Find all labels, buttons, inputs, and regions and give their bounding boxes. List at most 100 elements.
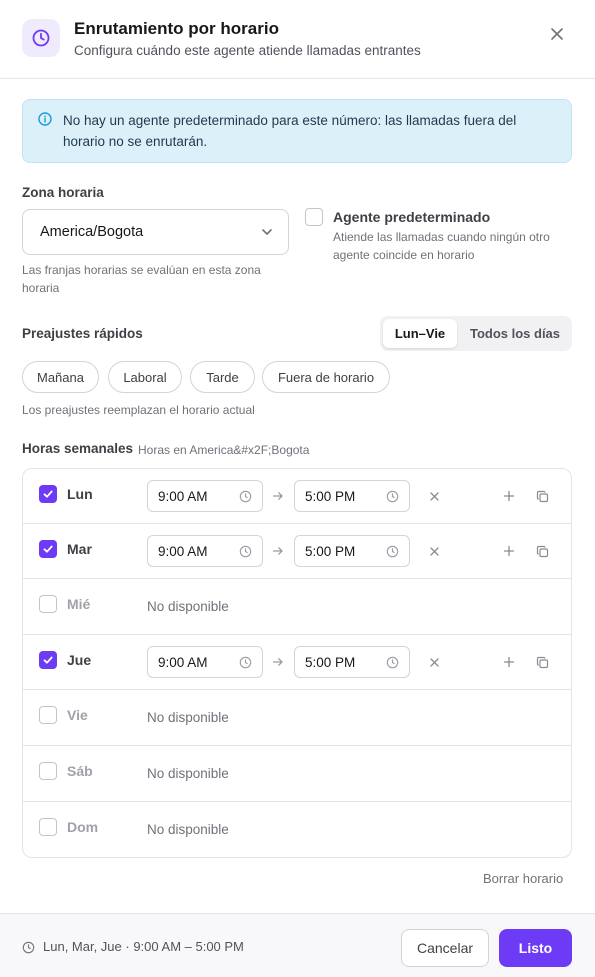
start-time-value: 9:00 AM — [158, 489, 208, 504]
arrow-right-icon — [272, 492, 283, 500]
close-icon — [551, 28, 563, 40]
end-time-input-tue[interactable]: 5:00 PM — [294, 535, 410, 567]
plus-icon — [503, 656, 515, 668]
remove-slot-button-tue[interactable] — [426, 543, 442, 559]
info-icon — [38, 112, 52, 126]
close-icon — [429, 657, 439, 667]
start-time-value: 9:00 AM — [158, 544, 208, 559]
remove-slot-button-mon[interactable] — [426, 488, 442, 504]
clock-icon — [239, 545, 252, 558]
close-icon — [429, 546, 439, 556]
day-checkbox-fri[interactable] — [39, 706, 57, 724]
unavailable-text-sun: No disponible — [147, 822, 229, 837]
copy-schedule-button-mon[interactable] — [534, 488, 550, 504]
start-time-input-thu[interactable]: 9:00 AM — [147, 646, 263, 678]
header-icon-badge — [22, 19, 60, 57]
day-row-wed: Mié No disponible — [23, 579, 571, 635]
end-time-input-thu[interactable]: 5:00 PM — [294, 646, 410, 678]
timezone-label: Zona horaria — [22, 185, 104, 200]
day-label-sun: Dom — [67, 819, 99, 835]
segment-every-day[interactable]: Todos los días — [462, 319, 568, 348]
preset-after-hours-button[interactable]: Fuera de horario — [262, 361, 390, 393]
plus-icon — [503, 545, 515, 557]
clear-schedule-button[interactable]: Borrar horario — [483, 871, 563, 886]
day-label-fri: Vie — [67, 707, 88, 723]
day-checkbox-wed[interactable] — [39, 595, 57, 613]
copy-schedule-button-thu[interactable] — [534, 654, 550, 670]
day-row-fri: Vie No disponible — [23, 690, 571, 746]
weekly-hours-table: Lun 9:00 AM 5:00 PM Mar 9:00 AM 5:00 PM … — [22, 468, 572, 858]
add-slot-button-mon[interactable] — [501, 488, 517, 504]
day-label-wed: Mié — [67, 596, 91, 612]
day-checkbox-sun[interactable] — [39, 818, 57, 836]
remove-slot-button-thu[interactable] — [426, 654, 442, 670]
close-button[interactable] — [546, 23, 568, 45]
clock-icon — [22, 941, 35, 954]
start-time-value: 9:00 AM — [158, 655, 208, 670]
day-checkbox-mon[interactable] — [39, 485, 57, 503]
segment-weekdays[interactable]: Lun–Vie — [383, 319, 457, 348]
day-row-sun: Dom No disponible — [23, 802, 571, 858]
done-button[interactable]: Listo — [499, 929, 572, 967]
arrow-right-icon — [272, 658, 283, 666]
unavailable-text-sat: No disponible — [147, 766, 229, 781]
schedule-summary: Lun, Mar, Jue · 9:00 AM – 5:00 PM — [43, 939, 244, 954]
notice-text: No hay un agente predeterminado para est… — [63, 113, 517, 149]
cancel-button[interactable]: Cancelar — [401, 929, 489, 967]
preset-afternoon-button[interactable]: Tarde — [190, 361, 255, 393]
default-agent-description: Atiende las llamadas cuando ningún otro … — [333, 230, 550, 262]
check-icon — [43, 656, 53, 664]
clock-icon — [239, 490, 252, 503]
dialog-subtitle: Configura cuándo este agente atiende lla… — [74, 43, 421, 58]
timezone-help: Las franjas horarias se evalúan en esta … — [22, 263, 261, 295]
add-slot-button-tue[interactable] — [501, 543, 517, 559]
arrow-right-icon — [272, 547, 283, 555]
check-icon — [43, 545, 53, 553]
clock-icon — [386, 656, 399, 669]
day-checkbox-thu[interactable] — [39, 651, 57, 669]
unavailable-text-wed: No disponible — [147, 599, 229, 614]
day-label-tue: Mar — [67, 541, 92, 557]
copy-icon — [536, 490, 548, 502]
dialog-header: Enrutamiento por horario Configura cuánd… — [0, 0, 595, 79]
end-time-input-mon[interactable]: 5:00 PM — [294, 480, 410, 512]
start-time-input-tue[interactable]: 9:00 AM — [147, 535, 263, 567]
clock-icon — [386, 545, 399, 558]
close-icon — [429, 491, 439, 501]
day-row-sat: Sáb No disponible — [23, 746, 571, 802]
default-agent-title: Agente predeterminado — [333, 209, 491, 225]
clock-icon — [239, 656, 252, 669]
day-row-mon: Lun 9:00 AM 5:00 PM — [23, 469, 571, 524]
preset-morning-button[interactable]: Mañana — [22, 361, 99, 393]
preset-business-button[interactable]: Laboral — [108, 361, 182, 393]
dialog-footer: Lun, Mar, Jue · 9:00 AM – 5:00 PM Cancel… — [0, 913, 595, 977]
days-segmented-control: Lun–Vie Todos los días — [380, 316, 572, 351]
day-label-mon: Lun — [67, 486, 93, 502]
clock-icon — [386, 490, 399, 503]
end-time-value: 5:00 PM — [305, 544, 356, 559]
presets-label: Preajustes rápidos — [22, 326, 143, 341]
weekly-hours-title: Horas semanales — [22, 441, 134, 456]
copy-icon — [536, 545, 548, 557]
timezone-select[interactable]: America/Bogota — [22, 209, 289, 255]
no-default-agent-notice: No hay un agente predeterminado para est… — [22, 99, 572, 163]
dialog-title: Enrutamiento por horario — [74, 19, 279, 38]
day-row-tue: Mar 9:00 AM 5:00 PM — [23, 524, 571, 579]
day-checkbox-tue[interactable] — [39, 540, 57, 558]
copy-icon — [536, 656, 548, 668]
clock-icon — [32, 29, 50, 47]
unavailable-text-fri: No disponible — [147, 710, 229, 725]
timezone-value: America/Bogota — [40, 224, 144, 240]
presets-help: Los preajustes reemplazan el horario act… — [22, 403, 255, 417]
start-time-input-mon[interactable]: 9:00 AM — [147, 480, 263, 512]
day-checkbox-sat[interactable] — [39, 762, 57, 780]
day-label-thu: Jue — [67, 652, 92, 668]
add-slot-button-thu[interactable] — [501, 654, 517, 670]
end-time-value: 5:00 PM — [305, 489, 356, 504]
day-label-sat: Sáb — [67, 763, 93, 779]
default-agent-checkbox[interactable] — [305, 208, 323, 226]
end-time-value: 5:00 PM — [305, 655, 356, 670]
weekly-hours-subtitle: Horas en America&#x2F;Bogota — [138, 443, 310, 457]
copy-schedule-button-tue[interactable] — [534, 543, 550, 559]
check-icon — [43, 490, 53, 498]
